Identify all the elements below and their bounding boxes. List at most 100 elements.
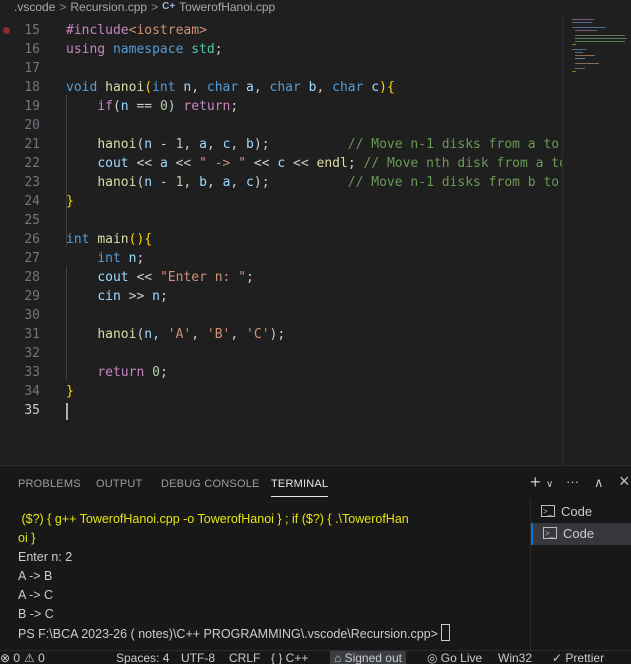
terminal-output[interactable]: ($?) { g++ TowerofHanoi.cpp -o TowerofHa… [18, 510, 523, 644]
line-number: 32 [24, 346, 40, 361]
minimap-line [572, 71, 576, 72]
line-number: 20 [24, 118, 40, 133]
code-text: } [66, 194, 74, 209]
terminal-list-label: Code [561, 504, 593, 519]
line-number: 19 [24, 99, 40, 114]
maximize-panel-icon[interactable]: ∧ [594, 475, 604, 491]
code-line[interactable]: 25 [0, 211, 562, 230]
code-line[interactable]: 26 int main(){ [0, 230, 562, 249]
code-line[interactable]: 23 hanoi(n - 1, b, a, c); // Move n-1 di… [0, 173, 562, 192]
line-number: 35 [24, 403, 40, 418]
line-number: 34 [24, 384, 40, 399]
go-live-button[interactable]: ◎ Go Live [427, 651, 482, 664]
bottom-panel: PROBLEMS OUTPUT DEBUG CONSOLE TERMINAL +… [0, 465, 631, 651]
breadcrumb-file-current[interactable]: TowerofHanoi.cpp [179, 0, 275, 14]
add-terminal-icon[interactable]: + [530, 472, 541, 493]
terminal-list: >_ Code >_ Code [530, 500, 631, 651]
line-number: 16 [24, 42, 40, 57]
minimap[interactable] [562, 15, 631, 465]
account-status[interactable]: ⌂ Signed out [330, 651, 406, 664]
terminal-line: A -> C [18, 588, 54, 602]
terminal-command-line: ($?) { g++ TowerofHanoi.cpp -o TowerofHa… [18, 510, 523, 529]
terminal-list-item[interactable]: >_ Code [531, 501, 631, 523]
tab-problems[interactable]: PROBLEMS [18, 478, 81, 490]
code-line[interactable]: 21 hanoi(n - 1, a, c, b); // Move n-1 di… [0, 135, 562, 154]
code-text: if(n == 0) return; [97, 99, 239, 114]
line-number: 33 [24, 365, 40, 380]
terminal-command-line: oi } [18, 529, 523, 548]
code-text: cin >> n; [97, 289, 168, 304]
prettier-status[interactable]: ✓ Prettier [552, 651, 604, 664]
line-number: 28 [24, 270, 40, 285]
minimap-line [575, 63, 599, 64]
terminal-command: oi } [18, 531, 36, 545]
line-ending-indicator[interactable]: CRLF [229, 651, 260, 664]
code-editor[interactable]: 15 #include<iostream> 16 using namespace st… [0, 15, 562, 465]
close-panel-icon[interactable]: × [619, 471, 630, 492]
minimap-line [575, 68, 585, 69]
platform-indicator[interactable]: Win32 [498, 651, 532, 664]
code-line[interactable]: 22 cout << a << " -> " << c << endl; // … [0, 154, 562, 173]
code-line[interactable]: 29 cin >> n; [0, 287, 562, 306]
code-line[interactable]: 18 void hanoi(int n, char a, char b, char… [0, 78, 562, 97]
indentation-indicator[interactable]: Spaces: 4 [116, 651, 169, 664]
code-text: int n; [97, 251, 145, 266]
warnings-indicator[interactable]: ⚠ 0 [24, 651, 45, 664]
line-number: 25 [24, 213, 40, 228]
minimap-line [575, 41, 625, 42]
minimap-line [575, 30, 597, 31]
tab-terminal[interactable]: TERMINAL [271, 478, 329, 497]
terminal-list-item[interactable]: >_ Code [531, 523, 631, 545]
line-number: 15 [24, 23, 40, 38]
chevron-down-icon[interactable]: ∨ [546, 479, 553, 490]
code-line[interactable]: 24} [0, 192, 562, 211]
terminal-cursor [441, 624, 451, 641]
code-line[interactable]: 31 hanoi(n, 'A', 'B', 'C'); [0, 325, 562, 344]
code-line[interactable]: 30 [0, 306, 562, 325]
code-line[interactable]: 28 cout << "Enter n: "; [0, 268, 562, 287]
minimap-line [575, 55, 595, 56]
minimap-line [575, 35, 625, 36]
errors-indicator[interactable]: ⊗ 0 [0, 651, 20, 664]
panel-tab-bar: PROBLEMS OUTPUT DEBUG CONSOLE TERMINAL [0, 466, 530, 500]
breadcrumb-separator: > [151, 0, 159, 14]
minimap-line [575, 38, 627, 39]
code-line[interactable]: 19 if(n == 0) return; [0, 97, 562, 116]
terminal-line: A -> B [18, 569, 53, 583]
terminal-prompt-line: PS F:\BCA 2023-26 ( notes)\C++ PROGRAMMI… [18, 624, 523, 644]
terminal-icon: >_ [541, 505, 555, 517]
code-line[interactable]: 35 [0, 401, 562, 420]
code-line[interactable]: 34} [0, 382, 562, 401]
code-text: hanoi(n - 1, a, c, b); // Move n-1 disks… [97, 137, 562, 152]
line-number: 18 [24, 80, 40, 95]
encoding-indicator[interactable]: UTF-8 [181, 651, 215, 664]
breadcrumb-folder[interactable]: .vscode [0, 0, 55, 14]
minimap-line [575, 58, 585, 59]
status-bar: ⊗ 0 ⚠ 0 Spaces: 4 UTF-8 CRLF { } C++ ⌂ S… [0, 650, 631, 664]
language-mode[interactable]: { } C++ [271, 651, 308, 664]
breadcrumb: .vscode > Recursion.cpp > C+ TowerofHanoi.cpp [0, 0, 631, 15]
line-number: 23 [24, 175, 40, 190]
line-number: 17 [24, 61, 40, 76]
minimap-line [572, 49, 586, 50]
minimap-line [572, 22, 592, 23]
code-text: hanoi(n - 1, b, a, c); // Move n-1 disks… [97, 175, 562, 190]
tab-debug-console[interactable]: DEBUG CONSOLE [161, 478, 260, 490]
terminal-prompt: PS F:\BCA 2023-26 ( notes)\C++ PROGRAMMI… [18, 627, 442, 641]
code-line[interactable]: 32 [0, 344, 562, 363]
tab-output[interactable]: OUTPUT [96, 478, 142, 490]
line-number: 21 [24, 137, 40, 152]
code-line[interactable]: 33 return 0; [0, 363, 562, 382]
breadcrumb-file-recursion[interactable]: Recursion.cpp [70, 0, 147, 14]
code-text: using namespace std; [66, 42, 223, 57]
more-actions-icon[interactable]: ··· [566, 474, 579, 489]
breadcrumb-separator: > [59, 0, 67, 14]
text-cursor [66, 403, 68, 420]
code-line[interactable]: 27 int n; [0, 249, 562, 268]
line-number: 27 [24, 251, 40, 266]
code-line[interactable]: 17 [0, 59, 562, 78]
code-line[interactable]: 16 using namespace std; [0, 40, 562, 59]
code-line[interactable]: 20 [0, 116, 562, 135]
terminal-list-label: Code [563, 526, 595, 541]
code-line[interactable]: 15 #include<iostream> [0, 21, 562, 40]
